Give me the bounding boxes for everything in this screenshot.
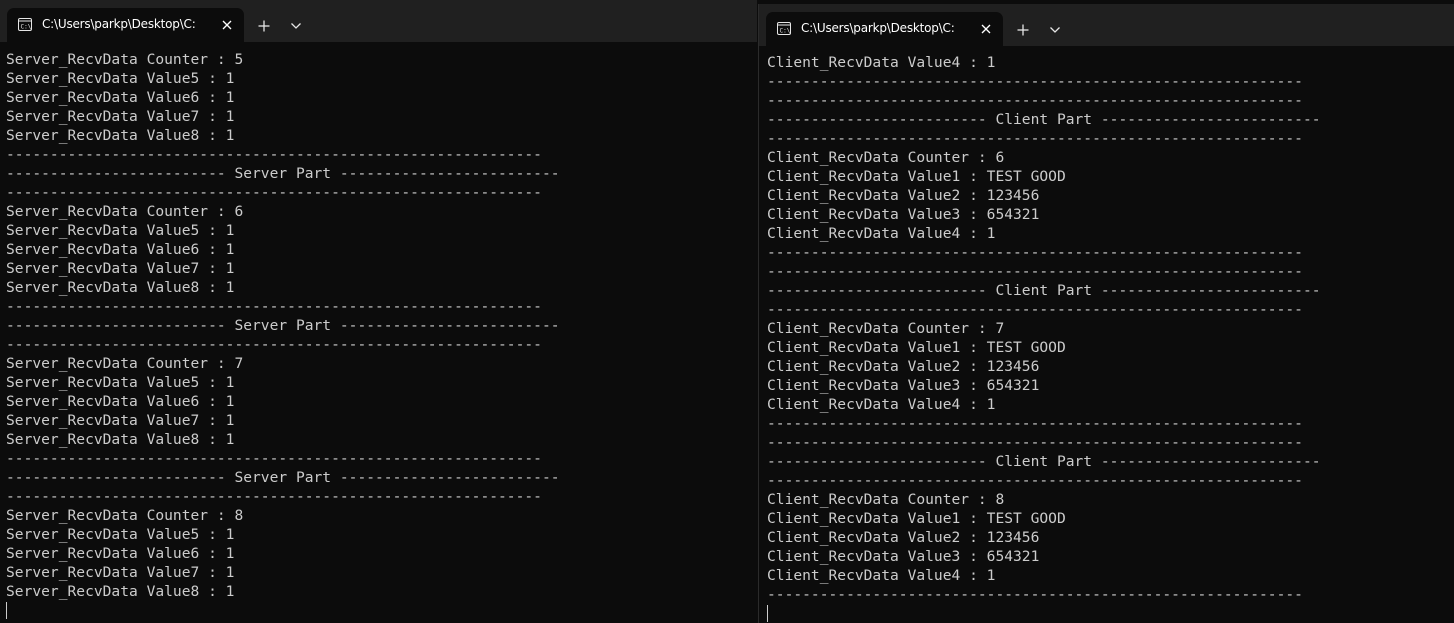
- console-line: Server_RecvData Counter : 7: [6, 355, 244, 372]
- tab-title: C:\Users\parkp\Desktop\C:: [801, 21, 955, 35]
- close-icon[interactable]: [219, 17, 235, 33]
- terminal-tab[interactable]: C:\ C:\Users\parkp\Desktop\C:: [766, 12, 1003, 46]
- new-tab-button[interactable]: [251, 13, 277, 39]
- svg-text:C:\: C:\: [21, 24, 32, 31]
- console-line: Server_RecvData Counter : 5: [6, 51, 244, 68]
- console-line: Client_RecvData Value3 : 654321: [767, 548, 1040, 565]
- console-line: ----------------------------------------…: [6, 450, 542, 467]
- console-line: ----------------------------------------…: [6, 146, 542, 163]
- close-icon[interactable]: [978, 21, 994, 37]
- console-line: ----------------------------------------…: [767, 586, 1303, 603]
- console-line: ------------------------- Client Part --…: [767, 111, 1321, 128]
- chevron-down-icon: [1050, 27, 1060, 33]
- console-line: Client_RecvData Value1 : TEST GOOD: [767, 168, 1066, 185]
- console-line: Client_RecvData Value2 : 123456: [767, 358, 1040, 375]
- console-line: Client_RecvData Counter : 8: [767, 491, 1005, 508]
- console-line: ----------------------------------------…: [767, 92, 1303, 109]
- console-line: ------------------------- Server Part --…: [6, 165, 560, 182]
- console-line: Client_RecvData Value1 : TEST GOOD: [767, 339, 1066, 356]
- text-cursor: [767, 605, 768, 622]
- chevron-down-icon: [291, 23, 301, 29]
- console-line: ----------------------------------------…: [6, 298, 542, 315]
- console-line: Server_RecvData Value5 : 1: [6, 70, 235, 87]
- console-line: ----------------------------------------…: [767, 415, 1303, 432]
- console-line: Client_RecvData Value3 : 654321: [767, 206, 1040, 223]
- new-tab-button[interactable]: [1010, 17, 1036, 43]
- console-line: ----------------------------------------…: [767, 130, 1303, 147]
- console-line: Client_RecvData Value2 : 123456: [767, 187, 1040, 204]
- plus-icon: [258, 20, 270, 32]
- console-line: Client_RecvData Value2 : 123456: [767, 529, 1040, 546]
- console-line: Server_RecvData Value6 : 1: [6, 545, 235, 562]
- text-cursor: [6, 602, 7, 619]
- console-line: ----------------------------------------…: [6, 184, 542, 201]
- tab-dropdown-button[interactable]: [284, 13, 308, 39]
- console-line: Server_RecvData Value8 : 1: [6, 127, 235, 144]
- console-line: Server_RecvData Value8 : 1: [6, 279, 235, 296]
- client-terminal-window[interactable]: C:\ C:\Users\parkp\Desktop\C: Client_Rec…: [758, 4, 1454, 623]
- console-line: Server_RecvData Value7 : 1: [6, 564, 235, 581]
- server-terminal-window[interactable]: C:\ C:\Users\parkp\Desktop\C: Server_Rec…: [0, 0, 757, 623]
- console-output[interactable]: Server_RecvData Counter : 5 Server_RecvD…: [6, 50, 757, 619]
- console-line: ----------------------------------------…: [767, 301, 1303, 318]
- console-line: Client_RecvData Counter : 7: [767, 320, 1005, 337]
- tab-bar: C:\ C:\Users\parkp\Desktop\C:: [0, 0, 757, 42]
- console-line: Server_RecvData Counter : 6: [6, 203, 244, 220]
- console-line: Server_RecvData Value6 : 1: [6, 393, 235, 410]
- console-line: Server_RecvData Counter : 8: [6, 507, 244, 524]
- console-output[interactable]: Client_RecvData Value4 : 1 -------------…: [767, 53, 1454, 622]
- terminal-tab[interactable]: C:\ C:\Users\parkp\Desktop\C:: [7, 8, 244, 42]
- console-line: Client_RecvData Value1 : TEST GOOD: [767, 510, 1066, 527]
- svg-text:C:\: C:\: [780, 28, 791, 35]
- console-line: Server_RecvData Value6 : 1: [6, 241, 235, 258]
- console-line: Client_RecvData Value4 : 1: [767, 54, 996, 71]
- console-line: ----------------------------------------…: [767, 472, 1303, 489]
- terminal-icon: C:\: [18, 18, 32, 31]
- console-line: Server_RecvData Value6 : 1: [6, 89, 235, 106]
- console-line: ------------------------- Server Part --…: [6, 317, 560, 334]
- console-line: Server_RecvData Value5 : 1: [6, 526, 235, 543]
- console-line: Client_RecvData Value4 : 1: [767, 567, 996, 584]
- console-line: Client_RecvData Value4 : 1: [767, 225, 996, 242]
- console-line: ----------------------------------------…: [767, 263, 1303, 280]
- console-line: Server_RecvData Value8 : 1: [6, 431, 235, 448]
- console-line: Client_RecvData Counter : 6: [767, 149, 1005, 166]
- console-line: ------------------------- Client Part --…: [767, 282, 1321, 299]
- console-line: Server_RecvData Value7 : 1: [6, 412, 235, 429]
- console-line: Server_RecvData Value8 : 1: [6, 583, 235, 600]
- terminal-icon: C:\: [777, 22, 791, 35]
- console-line: ----------------------------------------…: [767, 244, 1303, 261]
- console-line: Client_RecvData Value4 : 1: [767, 396, 996, 413]
- console-line: ----------------------------------------…: [6, 336, 542, 353]
- console-line: Server_RecvData Value5 : 1: [6, 222, 235, 239]
- console-line: ----------------------------------------…: [767, 434, 1303, 451]
- console-line: ----------------------------------------…: [767, 73, 1303, 90]
- console-line: ------------------------- Server Part --…: [6, 469, 560, 486]
- console-line: Client_RecvData Value3 : 654321: [767, 377, 1040, 394]
- console-line: Server_RecvData Value5 : 1: [6, 374, 235, 391]
- console-line: ------------------------- Client Part --…: [767, 453, 1321, 470]
- console-line: Server_RecvData Value7 : 1: [6, 108, 235, 125]
- console-line: Server_RecvData Value7 : 1: [6, 260, 235, 277]
- console-line: ----------------------------------------…: [6, 488, 542, 505]
- tab-bar: C:\ C:\Users\parkp\Desktop\C:: [759, 4, 1454, 46]
- plus-icon: [1017, 24, 1029, 36]
- tab-title: C:\Users\parkp\Desktop\C:: [42, 17, 196, 31]
- tab-dropdown-button[interactable]: [1043, 17, 1067, 43]
